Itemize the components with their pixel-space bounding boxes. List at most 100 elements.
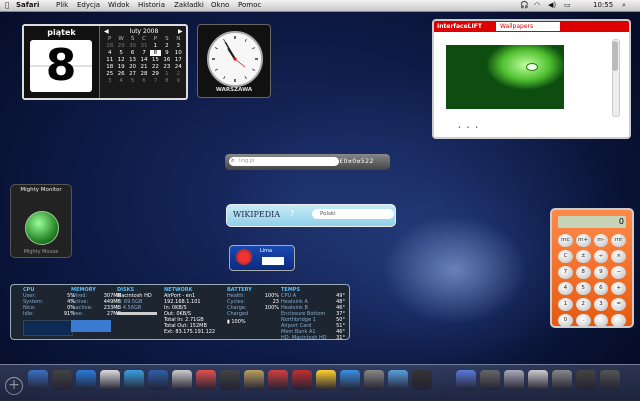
webclip-pager[interactable]: • • • — [458, 125, 480, 131]
calendar-date[interactable]: 27 — [127, 71, 138, 77]
wikipedia-widget[interactable]: WIKIPEDIA ? Polski — [226, 204, 396, 227]
iweb-icon[interactable] — [388, 370, 408, 390]
calculator-key[interactable]: mr — [611, 234, 626, 247]
calculator-key[interactable]: 6 — [593, 282, 609, 295]
wifi-icon[interactable]: ◠ — [534, 0, 540, 11]
applications-icon[interactable] — [504, 370, 524, 390]
calendar-date[interactable]: 26 — [115, 71, 126, 77]
stacks-icon[interactable] — [576, 370, 596, 390]
preview-icon[interactable] — [172, 370, 192, 390]
calculator-key[interactable]: ÷ — [593, 250, 609, 263]
menu-okno[interactable]: Okno — [211, 0, 229, 11]
calculator-key[interactable]: = — [611, 298, 626, 311]
calendar-date[interactable]: 9 — [173, 78, 184, 84]
calculator-key[interactable]: 9 — [593, 266, 609, 279]
calculator-key[interactable]: C — [558, 250, 573, 263]
calendar-date[interactable]: 23 — [161, 64, 172, 70]
calendar-date[interactable]: 1 — [161, 71, 172, 77]
documents-icon[interactable] — [528, 370, 548, 390]
calendar-date[interactable]: 28 — [138, 71, 149, 77]
garageband-icon[interactable] — [340, 370, 360, 390]
menu-historia[interactable]: Historia — [138, 0, 165, 11]
dvd-icon[interactable] — [220, 370, 240, 390]
webclip-scroll-thumb[interactable] — [612, 41, 618, 71]
calendar-date[interactable]: 22 — [150, 64, 161, 70]
dictionary-search-widget[interactable]: ling.pl ⌕ ££0¤0¤522 — [225, 154, 390, 170]
app-menu[interactable]: Safari — [16, 0, 39, 11]
calendar-date[interactable]: 30 — [127, 43, 138, 49]
menu-pomoc[interactable]: Pomoc — [238, 0, 261, 11]
calendar-date[interactable]: 28 — [104, 43, 115, 49]
calendar-date[interactable]: 18 — [104, 64, 115, 70]
calculator-key[interactable]: 4 — [558, 282, 573, 295]
calendar-date[interactable]: 8 — [161, 78, 172, 84]
calculator-key[interactable]: 0 — [558, 314, 573, 327]
next-month-icon[interactable]: ▶ — [178, 28, 183, 35]
calendar-date[interactable]: 29 — [115, 43, 126, 49]
calculator-key[interactable]: . — [575, 314, 591, 327]
calculator-widget[interactable]: 0 mc m+ m-mr C ± ÷ × 7 8 9− 4 5 6 +1 2 3 = 0. — [550, 208, 634, 328]
calendar-widget[interactable]: piątek 8 ◀ luty 2008 ▶ P W Ś C P S N 28 29 30 31 1 2… — [22, 24, 188, 100]
calculator-key[interactable]: × — [611, 250, 626, 263]
calendar-date[interactable]: 6 — [138, 78, 149, 84]
calendar-date[interactable]: 2 — [161, 43, 172, 49]
calendar-date[interactable]: 7 — [150, 78, 161, 84]
calendar-date[interactable]: 29 — [150, 71, 161, 77]
battery-icon[interactable]: ▭ — [564, 0, 571, 11]
system-prefs-icon[interactable] — [364, 370, 384, 390]
menu-zakladki[interactable]: Zakładki — [174, 0, 204, 11]
calculator-key[interactable] — [611, 314, 626, 327]
calculator-key[interactable] — [593, 314, 609, 327]
downloads-icon[interactable] — [552, 370, 572, 390]
dashboard-icon[interactable] — [52, 370, 72, 390]
calendar-date[interactable]: 5 — [127, 78, 138, 84]
calculator-key[interactable]: 3 — [593, 298, 609, 311]
calendar-date[interactable]: 20 — [127, 64, 138, 70]
calendar-date[interactable]: 11 — [104, 57, 115, 63]
calculator-key[interactable]: 2 — [575, 298, 591, 311]
search-input[interactable]: ling.pl — [229, 157, 339, 166]
help-icon[interactable]: ? — [290, 209, 294, 218]
calendar-date[interactable]: 12 — [115, 57, 126, 63]
calendar-date[interactable]: 25 — [104, 71, 115, 77]
calendar-date[interactable]: 1 — [150, 43, 161, 49]
ical-date-icon[interactable] — [196, 370, 216, 390]
addressbook-icon[interactable] — [148, 370, 168, 390]
trash-icon[interactable] — [600, 370, 620, 390]
menu-plik[interactable]: Plik — [56, 0, 68, 11]
calendar-date[interactable]: 6 — [127, 50, 138, 56]
calculator-key[interactable]: 5 — [575, 282, 591, 295]
photobooth-icon[interactable] — [292, 370, 312, 390]
imovie-icon[interactable] — [316, 370, 336, 390]
terminal-icon[interactable] — [412, 370, 432, 390]
webclip-tab-wallpapers[interactable]: Wallpapers — [496, 22, 560, 31]
menu-edycja[interactable]: Edycja — [77, 0, 100, 11]
calendar-date[interactable]: 13 — [127, 57, 138, 63]
spotlight-icon[interactable]: ⌕ — [622, 0, 626, 11]
webclip-brand[interactable]: InterfaceLIFT — [437, 23, 482, 30]
iphoto-icon[interactable] — [244, 370, 264, 390]
calendar-date[interactable]: 31 — [138, 43, 149, 49]
ical-icon[interactable] — [124, 370, 144, 390]
calendar-date[interactable]: 2 — [173, 71, 184, 77]
calculator-key[interactable]: ± — [575, 250, 591, 263]
calculator-key[interactable]: 1 — [558, 298, 573, 311]
itunes-icon[interactable] — [268, 370, 288, 390]
apple-menu-icon[interactable]:  — [5, 0, 9, 11]
mail-icon[interactable] — [100, 370, 120, 390]
calendar-date[interactable]: 8 — [149, 50, 162, 56]
calendar-date[interactable]: 16 — [161, 57, 172, 63]
calendar-date[interactable]: 7 — [138, 50, 149, 56]
wikipedia-search-input[interactable]: Polski — [312, 209, 394, 219]
calendar-date[interactable]: 9 — [161, 50, 172, 56]
calendar-date[interactable]: 4 — [115, 78, 126, 84]
wallpaper-thumbnail[interactable] — [446, 45, 564, 109]
calendar-date[interactable]: 24 — [173, 64, 184, 70]
calendar-date[interactable]: 3 — [173, 43, 184, 49]
mighty-monitor-widget[interactable]: Mighty Monitor Mighty Mouse — [10, 184, 72, 258]
calendar-date[interactable]: 15 — [150, 57, 161, 63]
safari-icon[interactable] — [76, 370, 96, 390]
finder-icon[interactable] — [28, 370, 48, 390]
calendar-date[interactable]: 10 — [173, 50, 184, 56]
trash-folder-icon[interactable] — [480, 370, 500, 390]
